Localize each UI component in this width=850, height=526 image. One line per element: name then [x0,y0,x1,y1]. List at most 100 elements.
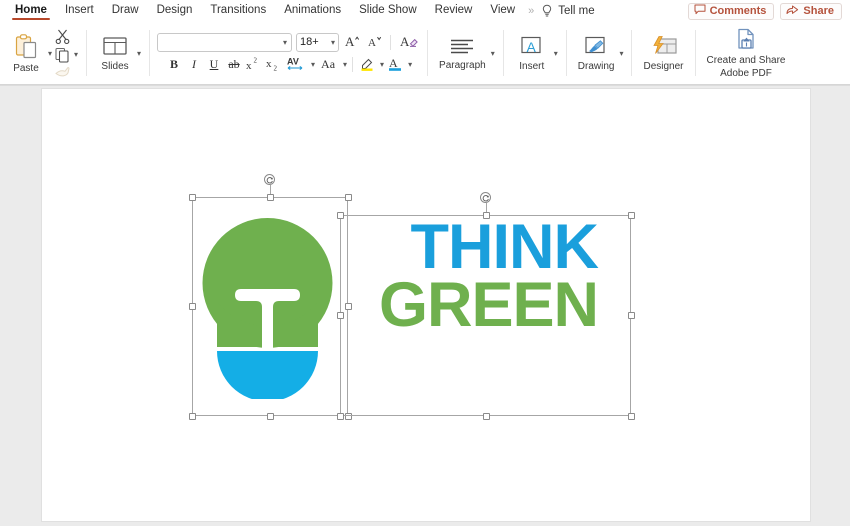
slide-workspace: THINK GREEN [0,85,850,526]
tab-home[interactable]: Home [6,0,56,22]
selection-frame-lightbulb [192,197,348,416]
character-spacing-chevron-down-icon[interactable]: ▾ [311,60,315,69]
tab-view-label: View [490,4,515,16]
subscript-icon: x 2 [266,56,282,74]
insert-button[interactable]: A Insert [512,33,552,74]
slides-chevron-down-icon[interactable]: ▾ [137,49,141,58]
font-name-input[interactable]: ▾ [157,33,292,52]
tab-home-label: Home [15,4,47,16]
resize-handle-sw-lightbulb[interactable] [189,413,196,420]
font-size-chevron-down-icon[interactable]: ▾ [331,38,335,47]
adobe-pdf-label-line2: Adobe PDF [720,68,772,79]
tab-transitions[interactable]: Transitions [201,0,275,22]
font-color-chevron-down-icon[interactable]: ▾ [408,60,412,69]
grow-font-icon: A [344,33,360,52]
subscript-button[interactable]: x 2 [265,56,283,74]
chevron-double-right-icon[interactable]: » [524,5,537,17]
tab-insert[interactable]: Insert [56,0,103,22]
font-name-chevron-down-icon[interactable]: ▾ [283,38,287,47]
cut-button[interactable] [54,28,78,45]
resize-handle-n-text[interactable] [483,212,490,219]
tab-slide-show[interactable]: Slide Show [350,0,426,22]
resize-handle-e-text[interactable] [628,312,635,319]
slides-group: Slides ▾ [89,22,147,84]
insert-chevron-down-icon[interactable]: ▾ [554,49,558,58]
resize-handle-ne-lightbulb[interactable] [345,194,352,201]
bold-button[interactable]: B [165,56,183,74]
italic-button[interactable]: I [185,56,203,74]
divider [695,30,696,76]
change-case-button[interactable]: Aa [317,56,339,74]
strikethrough-button[interactable]: ab [225,56,243,74]
resize-handle-ne-text[interactable] [628,212,635,219]
rotate-handle-icon-lightbulb[interactable] [264,174,275,185]
resize-handle-se-text[interactable] [628,413,635,420]
paragraph-chevron-down-icon[interactable]: ▾ [491,49,495,58]
divider [631,30,632,76]
resize-handle-w-text[interactable] [337,312,344,319]
paintbrush-format-icon [54,65,71,79]
drawing-brush-icon [582,35,610,59]
tell-me-button[interactable]: Tell me [537,4,594,18]
share-button[interactable]: Share [780,3,842,20]
comments-button[interactable]: Comments [688,3,775,20]
resize-handle-w-lightbulb[interactable] [189,303,196,310]
tab-animations[interactable]: Animations [275,0,350,22]
copy-button[interactable]: ▾ [54,47,78,63]
adobe-pdf-label-line1: Create and Share [707,55,786,66]
tab-review[interactable]: Review [426,0,482,22]
divider [149,30,150,76]
resize-handle-sw-text[interactable] [337,413,344,420]
tab-draw[interactable]: Draw [103,0,148,22]
drawing-label: Drawing [578,61,615,72]
slides-button[interactable]: Slides [95,33,135,74]
underline-icon: U [210,57,219,72]
tab-design[interactable]: Design [148,0,202,22]
underline-button[interactable]: U [205,56,223,74]
font-row-bottom: B I U ab x 2 [165,56,412,74]
ribbon-toolbar: Paste ▾ [0,22,850,85]
format-painter-button[interactable] [54,65,78,79]
svg-text:A: A [526,39,536,55]
tell-me-label: Tell me [558,5,594,17]
slide-canvas[interactable]: THINK GREEN [42,89,810,521]
resize-handle-nw-lightbulb[interactable] [189,194,196,201]
resize-handle-n-lightbulb[interactable] [267,194,274,201]
tab-view[interactable]: View [481,0,524,22]
font-size-input[interactable]: 18+ ▾ [296,33,339,52]
font-color-button[interactable]: A [386,56,404,74]
svg-text:A: A [368,37,376,49]
drawing-chevron-down-icon[interactable]: ▾ [619,49,623,58]
paragraph-group: Paragraph ▾ [430,22,501,84]
superscript-button[interactable]: x 2 [245,56,263,74]
divider [352,57,353,72]
svg-text:A: A [389,56,398,70]
character-spacing-button[interactable]: AV [285,56,307,74]
change-case-chevron-down-icon[interactable]: ▾ [343,60,347,69]
rotate-handle-icon-text[interactable] [480,192,491,203]
resize-handle-nw-text[interactable] [337,212,344,219]
designer-button[interactable]: Designer [640,33,686,74]
paste-button[interactable]: Paste [6,31,46,76]
text-highlight-chevron-down-icon[interactable]: ▾ [380,60,384,69]
font-size-value: 18+ [300,36,329,48]
copy-chevron-down-icon[interactable]: ▾ [74,50,78,59]
character-spacing-icon: AV [286,55,307,74]
clear-formatting-button[interactable]: A [398,33,420,51]
copy-pages-icon [54,47,71,63]
grow-font-button[interactable]: A [343,33,361,51]
drawing-group: Drawing ▾ [569,22,630,84]
divider [427,30,428,76]
shrink-font-icon: A [366,33,382,52]
divider [503,30,504,76]
shrink-font-button[interactable]: A [365,33,383,51]
create-share-adobe-pdf-button[interactable]: Create and Share Adobe PDF [704,25,789,81]
paragraph-lines-icon [447,36,477,58]
paragraph-button[interactable]: Paragraph [436,34,489,73]
resize-handle-s-lightbulb[interactable] [267,413,274,420]
resize-handle-s-text[interactable] [483,413,490,420]
text-highlight-color-button[interactable] [358,56,376,74]
drawing-button[interactable]: Drawing [575,33,618,74]
tab-design-label: Design [157,4,193,16]
tab-slide-show-label: Slide Show [359,4,417,16]
